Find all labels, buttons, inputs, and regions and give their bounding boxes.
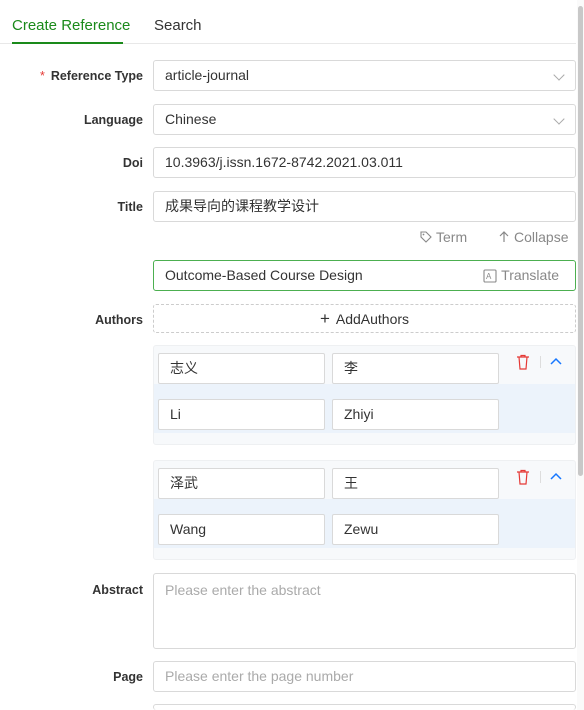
title-translation-value: Outcome-Based Course Design [165, 267, 363, 283]
reference-type-label: * Reference Type [40, 69, 143, 83]
add-authors-button[interactable]: + AddAuthors [153, 304, 576, 333]
active-tab-indicator [12, 42, 123, 44]
author-family-name-en-input[interactable]: Zewu [332, 514, 499, 545]
plus-icon: + [319, 309, 330, 328]
abstract-textarea[interactable]: Please enter the abstract [153, 573, 576, 649]
scrollbar-thumb[interactable] [578, 6, 583, 476]
chevron-down-icon [553, 113, 565, 125]
trash-icon[interactable] [516, 354, 530, 370]
author-given-name-input[interactable]: 泽武 [158, 468, 325, 499]
translate-label: Translate [501, 267, 559, 283]
chevron-down-icon [553, 69, 565, 81]
translate-button[interactable]: A Translate [483, 261, 559, 290]
author-card: 泽武 王 Wang Zewu [153, 460, 576, 560]
author-family-name-input[interactable]: 王 [332, 468, 499, 499]
svg-text:A: A [486, 272, 492, 281]
required-mark: * [39, 69, 45, 83]
title-input[interactable]: 成果导向的课程教学设计 [153, 191, 576, 222]
author-card: 志义 李 Li Zhiyi [153, 345, 576, 445]
tab-create-reference[interactable]: Create Reference [12, 17, 130, 35]
reference-type-select[interactable]: article-journal [153, 60, 576, 91]
tag-icon [420, 231, 432, 243]
divider [540, 471, 541, 483]
language-value: Chinese [165, 111, 217, 127]
chevron-up-icon[interactable] [549, 354, 563, 368]
author-family-name-en-input[interactable]: Zhiyi [332, 399, 499, 430]
reference-type-value: article-journal [165, 67, 250, 83]
abstract-label: Abstract [92, 583, 143, 597]
add-authors-label: AddAuthors [335, 311, 410, 327]
arrow-up-icon [499, 231, 509, 242]
term-label: Term [436, 229, 468, 245]
tab-bar: Create Reference Search [0, 0, 576, 44]
page-label: Page [113, 670, 143, 684]
author-given-name-en-input[interactable]: Li [158, 399, 325, 430]
divider [540, 356, 541, 368]
scrollbar[interactable] [577, 0, 584, 710]
title-label: Title [117, 200, 143, 214]
next-field-input[interactable] [153, 704, 576, 710]
title-translation-input[interactable]: Outcome-Based Course Design A Translate [153, 260, 576, 291]
author-given-name-input[interactable]: 志义 [158, 353, 325, 384]
doi-label: Doi [122, 156, 143, 170]
author-family-name-input[interactable]: 李 [332, 353, 499, 384]
reference-type-label-text: Reference Type [50, 69, 143, 83]
trash-icon[interactable] [516, 469, 530, 485]
term-button[interactable]: Term [420, 229, 467, 245]
collapse-button[interactable]: Collapse [498, 229, 568, 245]
language-label: Language [83, 113, 143, 127]
tab-search[interactable]: Search [154, 17, 202, 35]
chevron-up-icon[interactable] [549, 469, 563, 483]
author-given-name-en-input[interactable]: Wang [158, 514, 325, 545]
language-select[interactable]: Chinese [153, 104, 576, 135]
page-input[interactable]: Please enter the page number [153, 661, 576, 692]
doi-input[interactable]: 10.3963/j.issn.1672-8742.2021.03.011 [153, 147, 576, 178]
collapse-label: Collapse [514, 229, 569, 245]
translate-icon: A [483, 268, 497, 283]
authors-label: Authors [95, 313, 143, 327]
